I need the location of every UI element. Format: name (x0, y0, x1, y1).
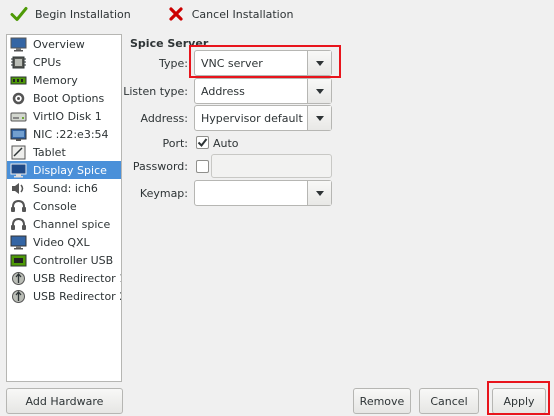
usb-redirector-icon (12, 271, 25, 285)
password-label: Password: (132, 160, 188, 173)
listen-type-label: Listen type: (123, 85, 188, 98)
sidebar-item-label: Controller USB (33, 253, 114, 267)
usb-redirector-icon (12, 289, 25, 303)
sidebar-item-channel-spice[interactable]: Channel spice (7, 215, 121, 233)
sidebar-item-label: Tablet (33, 145, 66, 159)
keymap-combo[interactable] (194, 180, 332, 206)
sidebar-item-display-spice[interactable]: Display Spice (7, 161, 121, 179)
overview-icon (10, 37, 27, 51)
sidebar-item-console[interactable]: Console (7, 197, 121, 215)
sidebar-item-usb-redirector-1[interactable]: USB Redirector 1 (7, 269, 121, 287)
keymap-combo-value (195, 181, 307, 205)
boot-options-icon (12, 92, 25, 104)
address-combo[interactable]: Hypervisor default (194, 105, 332, 131)
disk-icon (10, 112, 27, 121)
sidebar-item-boot-options[interactable]: Boot Options (7, 89, 121, 107)
controller-icon (10, 254, 27, 266)
sidebar-item-tablet[interactable]: Tablet (7, 143, 121, 161)
sidebar-item-label: USB Redirector 1 (33, 271, 121, 285)
address-label: Address: (140, 112, 188, 125)
sidebar-item-label: Memory (33, 73, 78, 87)
listen-type-combo[interactable]: Address (194, 78, 332, 104)
sidebar-item-usb-redirector-2[interactable]: USB Redirector 2 (7, 287, 121, 305)
cancel-installation-button[interactable]: Cancel Installation (163, 2, 298, 26)
sidebar-item-label: Boot Options (33, 91, 105, 105)
display-icon (10, 163, 27, 177)
sidebar-item-memory[interactable]: Memory (7, 71, 121, 89)
video-icon (10, 235, 27, 249)
sidebar-item-label: Overview (33, 37, 85, 51)
add-hardware-button[interactable]: Add Hardware (6, 388, 123, 414)
type-label: Type: (159, 57, 188, 70)
remove-button[interactable]: Remove (353, 388, 411, 414)
hardware-list: Overview CPUs Memory Boot Options VirtIO… (6, 34, 122, 382)
sidebar-item-label: Display Spice (33, 163, 107, 177)
listen-type-combo-value: Address (201, 84, 245, 98)
sidebar-item-label: NIC :22:e3:54 (33, 127, 109, 141)
chevron-down-icon[interactable] (307, 106, 331, 130)
begin-installation-label: Begin Installation (35, 7, 131, 21)
port-auto-label: Auto (213, 137, 239, 150)
chevron-down-icon[interactable] (307, 181, 331, 205)
sidebar-item-overview[interactable]: Overview (7, 35, 121, 53)
sidebar-item-label: Channel spice (33, 217, 111, 231)
sidebar-item-label: CPUs (33, 55, 62, 69)
toolbar: Begin Installation Cancel Installation (0, 0, 554, 28)
sidebar-item-sound[interactable]: Sound: ich6 (7, 179, 121, 197)
sidebar-item-label: Console (33, 199, 77, 213)
keymap-label: Keymap: (139, 187, 188, 200)
begin-installation-button[interactable]: Begin Installation (6, 2, 135, 26)
cpu-icon (11, 56, 26, 68)
password-checkbox[interactable] (196, 160, 209, 173)
channel-icon (11, 217, 26, 230)
sidebar-item-label: VirtIO Disk 1 (33, 109, 102, 123)
port-auto-checkbox[interactable] (196, 136, 209, 149)
password-field (211, 154, 332, 178)
nic-icon (10, 128, 27, 141)
sidebar-item-label: Sound: ich6 (33, 181, 98, 195)
checkmark-icon (10, 5, 28, 23)
sidebar-item-video-qxl[interactable]: Video QXL (7, 233, 121, 251)
sidebar-item-cpus[interactable]: CPUs (7, 53, 121, 71)
cancel-button[interactable]: Cancel (419, 388, 479, 414)
type-highlight-box (189, 45, 341, 78)
sidebar-item-label: Video QXL (33, 235, 90, 249)
memory-icon (10, 76, 27, 84)
sidebar-item-label: USB Redirector 2 (33, 289, 121, 303)
cancel-installation-label: Cancel Installation (191, 7, 294, 21)
tablet-icon (11, 145, 26, 159)
sidebar-item-controller-usb[interactable]: Controller USB (7, 251, 121, 269)
sidebar-item-virtio-disk[interactable]: VirtIO Disk 1 (7, 107, 121, 125)
sound-icon (12, 182, 24, 194)
console-icon (11, 199, 26, 212)
sidebar-item-nic[interactable]: NIC :22:e3:54 (7, 125, 121, 143)
chevron-down-icon[interactable] (307, 79, 331, 103)
apply-highlight-box (487, 381, 550, 415)
red-x-icon (167, 5, 185, 23)
address-combo-value: Hypervisor default (201, 111, 303, 125)
checkmark-icon (197, 138, 208, 148)
port-label: Port: (162, 137, 188, 150)
